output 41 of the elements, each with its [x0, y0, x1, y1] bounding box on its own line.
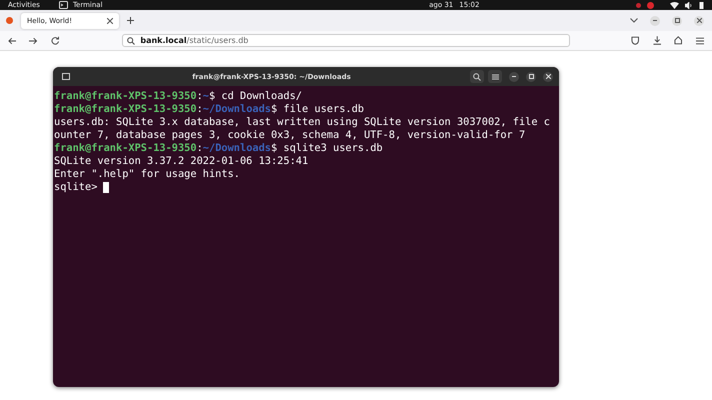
minimize-button[interactable]	[650, 16, 660, 26]
output-line: SQLite version 3.37.2 2022-01-06 13:25:41	[54, 155, 310, 168]
command-line: frank@frank-XPS-13-9350:~/Downloads$ sqlite3 users.db	[54, 142, 384, 155]
menu-icon[interactable]	[488, 70, 502, 83]
minimize-icon	[653, 20, 657, 21]
back-icon[interactable]	[8, 36, 16, 44]
battery-icon[interactable]	[699, 1, 704, 9]
new-tab-icon[interactable]	[59, 70, 73, 83]
do-not-disturb-icon[interactable]	[647, 2, 654, 8]
maximize-button[interactable]	[672, 16, 682, 26]
forward-icon[interactable]	[29, 36, 38, 44]
browser-logo-icon	[6, 17, 13, 24]
chevron-down-icon[interactable]	[630, 18, 638, 23]
address-bar[interactable]: bank.local/static/users.db	[122, 34, 570, 47]
search-icon[interactable]	[470, 70, 484, 83]
output-line: Enter ".help" for usage hints.	[54, 168, 241, 181]
sqlite-prompt: sqlite>	[54, 181, 98, 194]
maximize-icon	[674, 18, 680, 23]
record-indicator-icon[interactable]	[636, 2, 641, 8]
text-cursor	[103, 182, 110, 193]
output-line: users.db: SQLite 3.x database, last written using SQLite version 3037002, file c	[54, 116, 551, 129]
reload-icon[interactable]	[50, 36, 60, 45]
command-line: frank@frank-XPS-13-9350:~/Downloads$ file users.db	[54, 103, 365, 116]
close-button[interactable]	[543, 72, 553, 82]
shield-icon[interactable]	[631, 36, 640, 45]
wifi-icon[interactable]	[670, 2, 679, 8]
minimize-button[interactable]	[509, 72, 519, 82]
minimize-icon	[512, 76, 516, 77]
new-tab-icon[interactable]	[127, 17, 134, 24]
close-icon	[696, 18, 702, 23]
speaker-icon[interactable]	[685, 2, 693, 8]
output-line: ounter 7, database pages 3, cookie 0x3, schema 4, UTF-8, version-valid-for 7	[54, 129, 526, 142]
close-button[interactable]	[694, 16, 704, 26]
terminal-icon	[58, 1, 68, 9]
command-line: frank@frank-XPS-13-9350:~$ cd Downloads/	[54, 90, 303, 103]
close-icon[interactable]	[107, 18, 113, 24]
maximize-icon	[528, 74, 534, 79]
download-icon[interactable]	[652, 36, 662, 45]
menu-icon[interactable]	[696, 36, 704, 44]
close-icon	[546, 74, 550, 79]
maximize-button[interactable]	[526, 72, 536, 82]
